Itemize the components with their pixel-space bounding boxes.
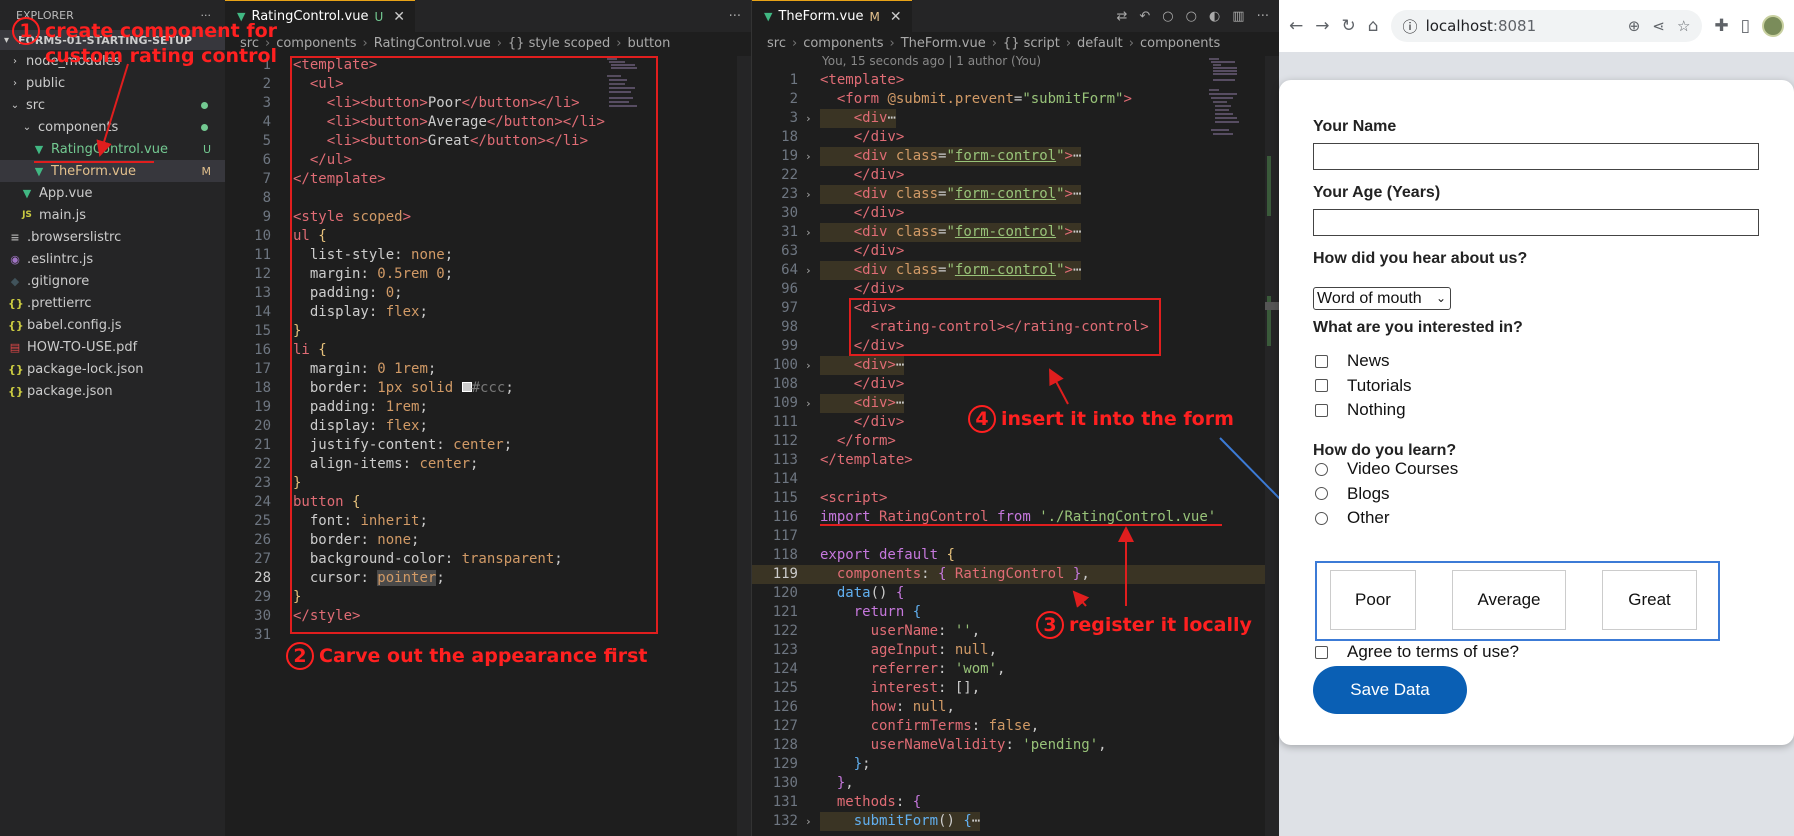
interest-checkbox[interactable] <box>1315 379 1328 392</box>
learn-radio[interactable] <box>1315 487 1328 500</box>
interest-checkbox[interactable] <box>1315 354 1328 368</box>
annotation-text: insert it into the form <box>1001 408 1234 430</box>
address-bar[interactable]: ⓘ localhost:8081 ⊕ ⋖ ☆ <box>1390 10 1703 42</box>
extensions-icon[interactable]: ✚ <box>1714 16 1728 36</box>
annotation-step-4: 4 insert it into the form <box>968 405 1234 433</box>
interest-label: Tutorials <box>1347 375 1412 395</box>
annotation-step-2: 2 Carve out the appearance first <box>286 642 647 670</box>
learn-label: How do you learn? <box>1313 442 1457 459</box>
back-icon[interactable]: ← <box>1289 16 1303 36</box>
learn-radio[interactable] <box>1315 462 1328 476</box>
side-panel-icon[interactable]: ▯ <box>1741 16 1750 36</box>
interest-checkbox-row[interactable]: Tutorials <box>1315 376 1412 396</box>
url-text: localhost:8081 <box>1425 17 1537 35</box>
interest-label: Nothing <box>1347 400 1406 419</box>
interest-checkbox-row[interactable]: News <box>1315 351 1390 371</box>
name-label: Your Name <box>1313 118 1397 135</box>
terms-label: Agree to terms of use? <box>1347 642 1519 661</box>
share-icon[interactable]: ⋖ <box>1652 17 1665 35</box>
learn-radio-row[interactable]: Video Courses <box>1315 459 1458 479</box>
rating-poor-button[interactable]: Poor <box>1330 570 1416 630</box>
age-label: Your Age (Years) <box>1313 184 1441 201</box>
form-card: Your Name Your Age (Years) How did you h… <box>1279 80 1794 745</box>
referrer-select[interactable]: Word of mouth ⌄ <box>1313 287 1451 310</box>
page-viewport: Your Name Your Age (Years) How did you h… <box>1279 52 1794 836</box>
step-number: 4 <box>968 405 996 433</box>
browser-window: ← → ↻ ⌂ ⓘ localhost:8081 ⊕ ⋖ ☆ ✚ ▯ Your … <box>1279 0 1794 836</box>
learn-label: Video Courses <box>1347 459 1459 478</box>
learn-label: Blogs <box>1347 483 1390 503</box>
annotation-text: create component for <box>45 20 278 42</box>
learn-radio-row[interactable]: Blogs <box>1315 484 1390 504</box>
rating-control: Poor Average Great <box>1315 561 1720 641</box>
terms-checkbox-row[interactable]: Agree to terms of use? <box>1315 642 1519 662</box>
home-icon[interactable]: ⌂ <box>1368 16 1379 36</box>
annotation-text: register it locally <box>1069 614 1252 636</box>
site-info-icon[interactable]: ⓘ <box>1403 16 1418 37</box>
annotation-text: custom rating control <box>45 45 278 67</box>
save-button[interactable]: Save Data <box>1313 666 1467 714</box>
reload-icon[interactable]: ↻ <box>1342 16 1356 36</box>
interest-label: What are you interested in? <box>1313 319 1523 336</box>
step-number: 2 <box>286 642 314 670</box>
rating-average-button[interactable]: Average <box>1452 570 1566 630</box>
forward-icon[interactable]: → <box>1315 16 1329 36</box>
bookmark-star-icon[interactable]: ☆ <box>1677 17 1690 35</box>
referrer-label: How did you hear about us? <box>1313 250 1528 267</box>
step-number: 3 <box>1036 611 1064 639</box>
learn-label: Other <box>1347 508 1390 527</box>
learn-radio[interactable] <box>1315 511 1328 525</box>
learn-radio-row[interactable]: Other <box>1315 508 1390 528</box>
avatar[interactable] <box>1762 15 1784 37</box>
rating-great-button[interactable]: Great <box>1602 570 1697 630</box>
name-input[interactable] <box>1313 143 1759 170</box>
interest-checkbox[interactable] <box>1315 403 1328 417</box>
age-input[interactable] <box>1313 209 1759 236</box>
zoom-icon[interactable]: ⊕ <box>1628 17 1641 35</box>
annotation-step-3: 3 register it locally <box>1036 611 1252 639</box>
step-number: 1 <box>12 17 40 45</box>
annotation-text: Carve out the appearance first <box>319 645 648 667</box>
interest-checkbox-row[interactable]: Nothing <box>1315 400 1406 420</box>
interest-label: News <box>1347 351 1390 370</box>
browser-toolbar: ← → ↻ ⌂ ⓘ localhost:8081 ⊕ ⋖ ☆ ✚ ▯ <box>1279 0 1794 52</box>
terms-checkbox[interactable] <box>1315 645 1328 659</box>
annotation-step-1: 1 create component for custom rating cont… <box>12 17 277 68</box>
